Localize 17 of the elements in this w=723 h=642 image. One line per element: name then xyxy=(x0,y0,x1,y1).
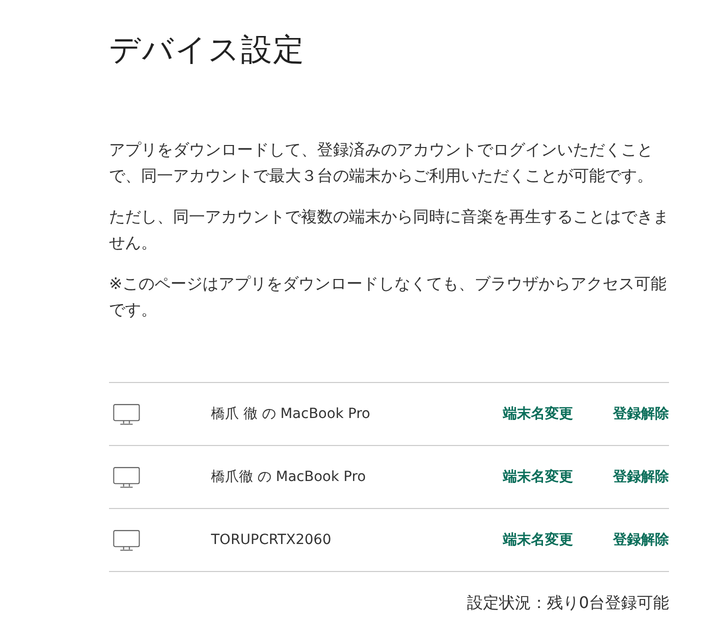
device-name: 橋爪徹 の MacBook Pro xyxy=(211,468,367,487)
rename-link[interactable]: 端末名変更 xyxy=(503,404,573,424)
monitor-icon xyxy=(113,404,140,424)
unregister-link[interactable]: 登録解除 xyxy=(613,530,669,550)
device-name: TORUPCRTX2060 xyxy=(211,531,332,550)
info-paragraph: ただし、同一アカウントで複数の端末から同時に音楽を再生することはできません。 xyxy=(109,206,670,254)
monitor-icon xyxy=(113,530,140,550)
rename-link[interactable]: 端末名変更 xyxy=(503,530,573,550)
info-paragraph: アプリをダウンロードして、登録済みのアカウントでログインいただくことで、同一アカウントで最大３台の端末からご利用いただくことが可能です。 xyxy=(109,139,654,187)
status-text: 設定状況：残り0台登録可能 xyxy=(466,592,669,614)
page-title: デバイス設定 xyxy=(109,31,306,70)
unregister-link[interactable]: 登録解除 xyxy=(613,467,669,487)
unregister-link[interactable]: 登録解除 xyxy=(613,404,669,424)
monitor-icon xyxy=(113,466,140,488)
rename-link[interactable]: 端末名変更 xyxy=(503,467,573,487)
info-paragraph: ※このページはアプリをダウンロードしなくても、ブラウザからアクセス可能です。 xyxy=(109,273,668,321)
device-name: 橋爪 徹 の MacBook Pro xyxy=(211,405,372,424)
